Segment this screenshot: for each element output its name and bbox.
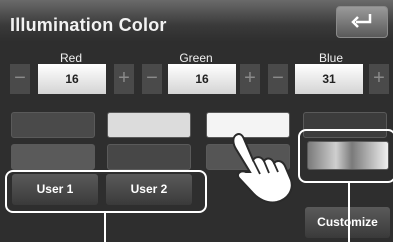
user2-button[interactable]: User 2 — [106, 174, 192, 205]
color-swatch[interactable] — [11, 112, 95, 138]
title-bar: Illumination Color — [0, 0, 393, 42]
red-value: 16 — [38, 64, 106, 94]
blue-minus-button[interactable]: − — [268, 64, 288, 94]
blue-label: Blue — [318, 51, 344, 65]
red-minus-button[interactable]: − — [10, 64, 30, 94]
color-swatch[interactable] — [107, 144, 191, 170]
screen: Illumination Color Red − 16 + Green − 16… — [0, 0, 393, 242]
red-plus-button[interactable]: + — [114, 64, 134, 94]
red-label: Red — [59, 51, 82, 65]
pointing-hand-icon — [232, 133, 293, 204]
color-swatch[interactable] — [107, 112, 191, 138]
green-minus-button[interactable]: − — [142, 64, 162, 94]
back-button[interactable] — [336, 6, 388, 38]
user1-button[interactable]: User 1 — [12, 174, 98, 205]
green-value: 16 — [168, 64, 236, 94]
blue-plus-button[interactable]: + — [369, 64, 389, 94]
swatch-highlight — [298, 129, 393, 183]
green-plus-button[interactable]: + — [240, 64, 260, 94]
blue-value: 31 — [295, 64, 363, 94]
callout-line-swatch — [348, 181, 350, 242]
color-swatch[interactable] — [11, 144, 95, 170]
green-label: Green — [179, 51, 213, 65]
callout-line-presets — [104, 211, 106, 242]
page-title: Illumination Color — [10, 15, 167, 35]
back-arrow-icon — [351, 14, 372, 28]
